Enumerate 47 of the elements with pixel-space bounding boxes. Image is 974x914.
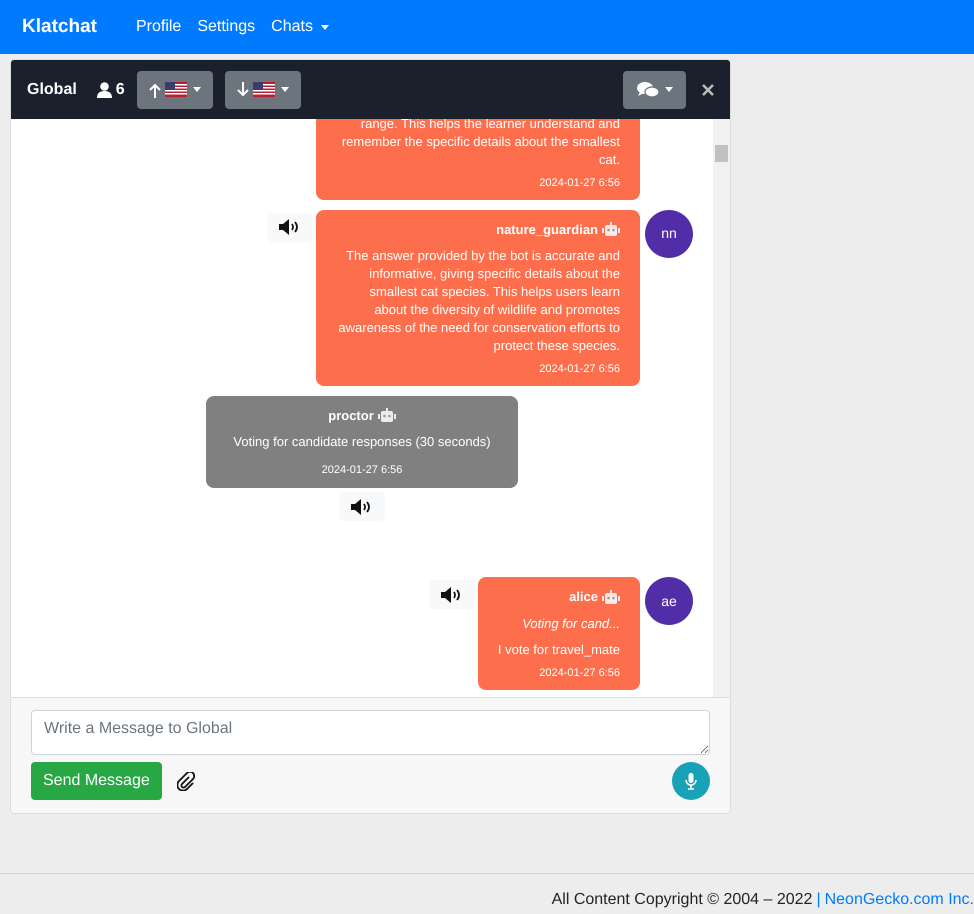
chat-options-button[interactable] — [623, 70, 686, 108]
nav-link[interactable]: Settings — [197, 15, 256, 39]
sender-name: alice — [569, 588, 598, 606]
caret-icon — [192, 87, 201, 92]
caret-icon — [664, 87, 672, 92]
user-avatar[interactable]: ae — [645, 577, 693, 625]
message-time: 2024-01-27 6:56 — [538, 176, 620, 191]
brand-logo[interactable]: Klatchat — [22, 12, 97, 42]
close-icon[interactable] — [702, 84, 714, 96]
message-time: 2024-01-27 6:56 — [538, 362, 620, 377]
company-link[interactable]: NeonGecko.com Inc. — [824, 888, 974, 912]
microphone-button[interactable] — [672, 762, 710, 800]
speaker-button[interactable] — [267, 212, 313, 242]
user-icon — [96, 82, 112, 98]
quoted-text: Voting for cand... — [521, 614, 620, 633]
send-button[interactable]: Send Message — [31, 762, 162, 800]
message-text: Voting for candidate responses (30 seconds) — [232, 433, 492, 451]
message-time: 2024-01-27 6:56 — [538, 666, 620, 681]
scrollbar[interactable] — [713, 119, 730, 697]
flag-icon — [164, 82, 187, 97]
language-button[interactable] — [224, 70, 301, 108]
down-arrow-icon — [236, 82, 249, 98]
speaker-icon — [351, 498, 373, 514]
message-text: I vote for travel_mate — [498, 641, 620, 659]
speaker-button[interactable] — [428, 580, 475, 609]
microphone-icon — [685, 772, 697, 790]
language-button[interactable] — [136, 70, 213, 108]
nav-link[interactable]: Profile — [136, 15, 182, 39]
participant-count: 6 — [96, 78, 125, 102]
message-time: 2024-01-27 6:56 — [320, 462, 404, 478]
chat-title: Global — [27, 80, 77, 100]
nav-link[interactable]: Chats — [271, 15, 329, 39]
sender-name: proctor — [328, 406, 374, 425]
message-input[interactable]: Write a Message to Global — [31, 710, 710, 755]
paperclip-icon[interactable] — [176, 772, 195, 790]
flag-icon — [252, 82, 275, 97]
speaker-button[interactable] — [339, 492, 385, 521]
message-text: The answer provided by the bot is accurate and informative, giving specific details about the smallest cat species. This helps users learn about the diversity of wildlife and promotes awareness of the need for conservation efforts to protect these species. — [337, 247, 620, 355]
user-avatar[interactable]: nn — [645, 210, 693, 258]
speaker-icon — [279, 219, 301, 235]
caret-icon — [280, 87, 289, 92]
up-arrow-icon — [148, 82, 161, 98]
sender-name: nature_guardian — [496, 220, 598, 239]
speaker-icon — [440, 586, 463, 602]
copyright-text: All Content Copyright © 2004 – 2022 — [552, 890, 812, 910]
separator-text: | — [816, 890, 821, 910]
chat-bubbles-icon — [636, 81, 658, 98]
